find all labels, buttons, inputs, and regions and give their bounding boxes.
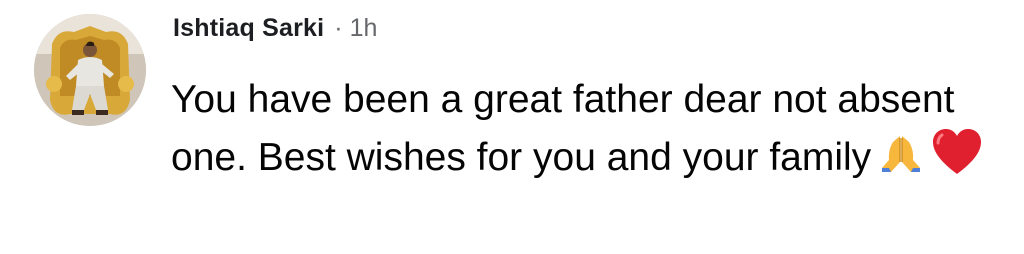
meta-separator: · — [334, 14, 343, 42]
avatar-photo — [34, 14, 146, 126]
comment-header: Ishtiaq Sarki · 1h — [173, 14, 377, 54]
comment-text: You have been a great father dear not ab… — [171, 78, 955, 179]
comment: Ishtiaq Sarki · 1h You have been a great… — [0, 0, 1024, 254]
author-name[interactable]: Ishtiaq Sarki — [173, 14, 324, 43]
timestamp[interactable]: 1h — [350, 14, 378, 43]
comment-body: You have been a great father dear not ab… — [171, 72, 991, 186]
folded-hands-icon — [879, 132, 923, 176]
avatar[interactable] — [34, 14, 146, 126]
red-heart-icon — [931, 128, 983, 176]
